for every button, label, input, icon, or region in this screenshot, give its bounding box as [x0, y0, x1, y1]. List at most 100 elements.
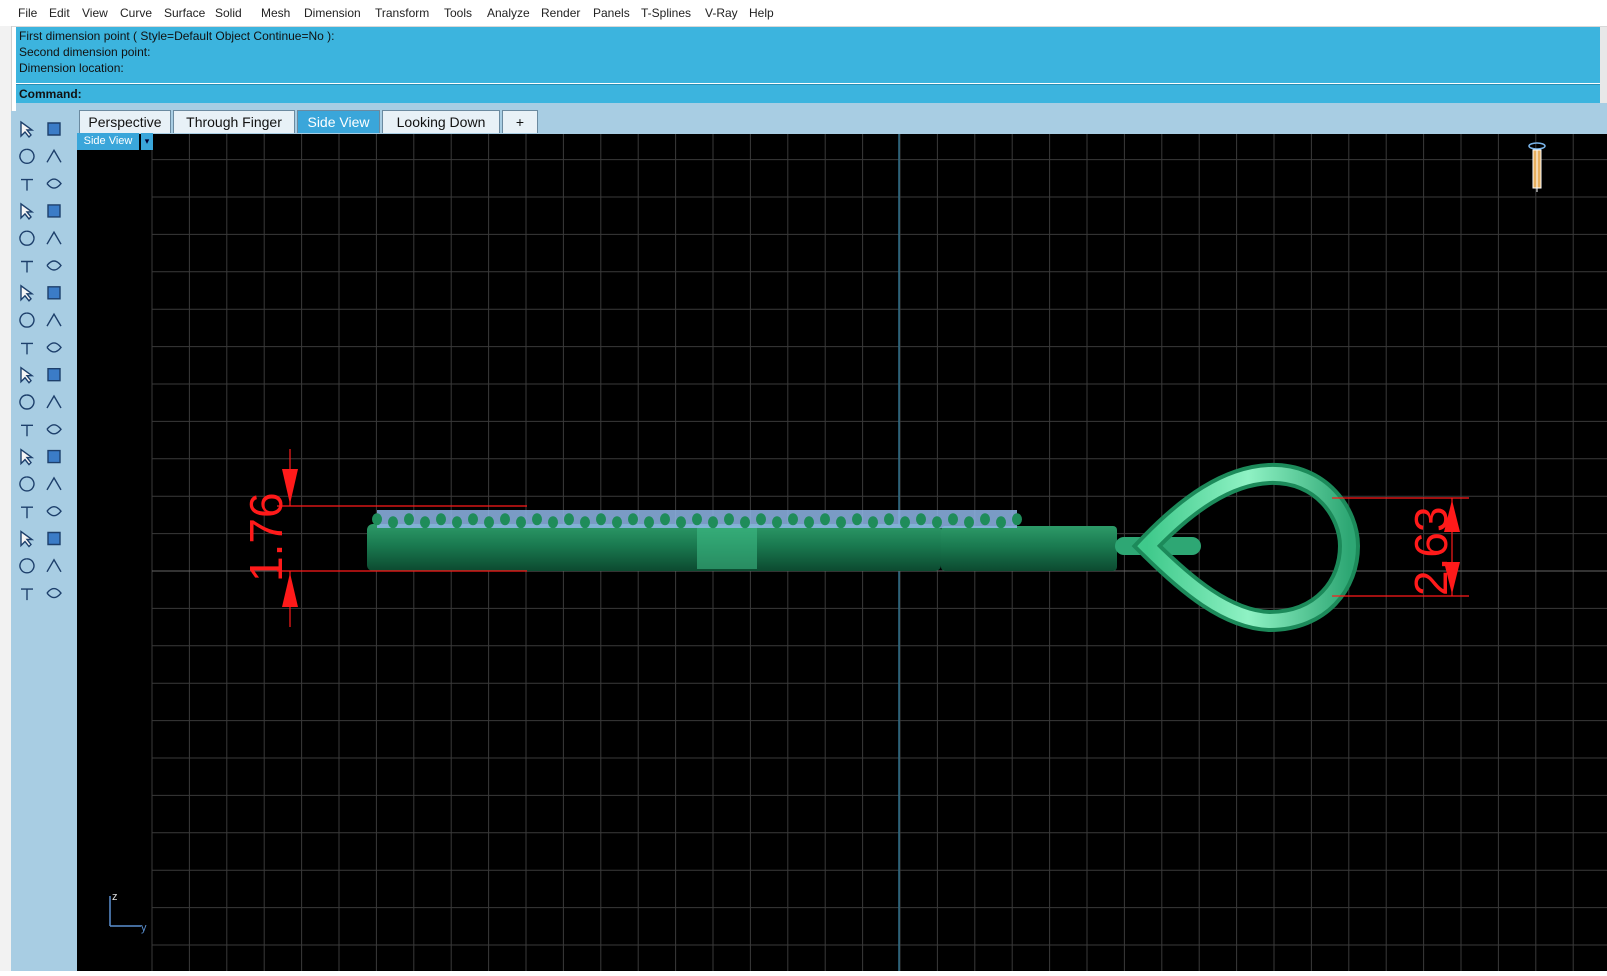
menu-analyze[interactable]: Analyze — [487, 6, 530, 20]
array-icon[interactable] — [17, 474, 37, 494]
point-icon[interactable] — [44, 119, 64, 139]
viewport-scene: 1.76 2.63 z y — [109, 134, 1607, 971]
curve-icon[interactable] — [44, 146, 64, 166]
prong — [788, 513, 798, 526]
trim-icon[interactable] — [17, 365, 37, 385]
menu-vray[interactable]: V-Ray — [705, 6, 738, 20]
viewport-menu-dropdown[interactable]: ▾ — [141, 133, 153, 150]
ring-band-bail-section — [941, 526, 1117, 571]
boolean-union-icon[interactable] — [17, 392, 37, 412]
fillet-curve-icon[interactable] — [44, 228, 64, 248]
prong — [804, 516, 814, 529]
tab-side-view[interactable]: Side View — [297, 110, 380, 133]
render-icon[interactable] — [44, 583, 64, 603]
plane-surface-icon[interactable] — [44, 310, 64, 330]
rotate-icon[interactable] — [44, 419, 64, 439]
split-icon[interactable] — [44, 365, 64, 385]
bend-icon[interactable] — [17, 419, 37, 439]
prong — [820, 513, 830, 526]
rectangle-icon[interactable] — [44, 201, 64, 221]
prong — [516, 516, 526, 529]
ring-band-main — [367, 524, 941, 571]
prong — [372, 513, 382, 526]
select-arrow-icon[interactable] — [17, 119, 37, 139]
menu-file[interactable]: File — [18, 6, 37, 20]
prong — [532, 513, 542, 526]
prong — [660, 513, 670, 526]
menu-edit[interactable]: Edit — [49, 6, 70, 20]
menu-dimension[interactable]: Dimension — [304, 6, 361, 20]
boolean-diff-icon[interactable] — [44, 392, 64, 412]
prong — [1012, 513, 1022, 526]
menu-mesh[interactable]: Mesh — [261, 6, 290, 20]
paste-icon[interactable] — [17, 556, 37, 576]
prong — [564, 513, 574, 526]
menu-help[interactable]: Help — [749, 6, 774, 20]
polygon-icon[interactable] — [17, 228, 37, 248]
command-line[interactable]: Command: — [16, 84, 1600, 104]
prong — [692, 513, 702, 526]
scale-icon[interactable] — [44, 447, 64, 467]
menu-curve[interactable]: Curve — [120, 6, 152, 20]
align-icon[interactable] — [44, 529, 64, 549]
prong — [468, 513, 478, 526]
explode-icon[interactable] — [44, 337, 64, 357]
tab-through-finger[interactable]: Through Finger — [173, 110, 295, 133]
solid-box-blue-icon[interactable] — [17, 501, 37, 521]
arc-icon[interactable] — [17, 201, 37, 221]
band-highlight — [697, 526, 757, 569]
add-tab-button[interactable]: + — [502, 110, 538, 133]
viewport-title[interactable]: Side View — [77, 133, 139, 150]
command-history-line: Dimension location: — [19, 61, 124, 75]
prong — [916, 513, 926, 526]
box-solid-icon[interactable] — [17, 283, 37, 303]
command-history-scrollbar[interactable] — [1600, 27, 1607, 103]
prong — [452, 516, 462, 529]
prong — [404, 513, 414, 526]
prong — [996, 516, 1006, 529]
gear-transform-icon[interactable] — [17, 337, 37, 357]
cylinder-solid-icon[interactable] — [17, 310, 37, 330]
side-viewport[interactable]: 1.76 2.63 z y — [77, 134, 1607, 971]
menu-view[interactable]: View — [82, 6, 108, 20]
prong — [612, 516, 622, 529]
prong — [436, 513, 446, 526]
analyze-shape-icon[interactable] — [17, 583, 37, 603]
check-icon[interactable] — [44, 556, 64, 576]
sphere-solid-icon[interactable] — [44, 283, 64, 303]
prong — [580, 516, 590, 529]
menu-bar: File Edit View Curve Surface Solid Mesh … — [0, 0, 1607, 27]
menu-tsplines[interactable]: T-Splines — [641, 6, 691, 20]
dimension-label-2-63: 2.63 — [1405, 506, 1457, 596]
prong — [676, 516, 686, 529]
surface-from-points-icon[interactable] — [17, 256, 37, 276]
ellipse-icon[interactable] — [44, 174, 64, 194]
dimension-icon[interactable] — [44, 501, 64, 521]
view-cube-widget[interactable] — [1528, 142, 1546, 192]
menu-solid[interactable]: Solid — [215, 6, 242, 20]
menu-panels[interactable]: Panels — [593, 6, 630, 20]
command-history-panel: First dimension point ( Style=Default Ob… — [16, 27, 1600, 83]
prong — [948, 513, 958, 526]
prong — [868, 516, 878, 529]
tab-perspective[interactable]: Perspective — [79, 110, 171, 133]
menu-render[interactable]: Render — [541, 6, 580, 20]
tool-palette-icons — [17, 119, 64, 603]
command-history-line: Second dimension point: — [19, 45, 151, 59]
circle-icon[interactable] — [17, 174, 37, 194]
mirror-icon[interactable] — [44, 474, 64, 494]
menu-tools[interactable]: Tools — [444, 6, 472, 20]
menu-surface[interactable]: Surface — [164, 6, 205, 20]
tool-palette — [11, 111, 77, 971]
tab-looking-down[interactable]: Looking Down — [382, 110, 500, 133]
polyline-icon[interactable] — [17, 146, 37, 166]
command-history-line: First dimension point ( Style=Default Ob… — [19, 29, 335, 43]
revolve-surface-icon[interactable] — [44, 256, 64, 276]
menu-transform[interactable]: Transform — [375, 6, 429, 20]
prong — [836, 516, 846, 529]
grid-array-icon[interactable] — [17, 529, 37, 549]
prong — [724, 513, 734, 526]
text-icon[interactable] — [17, 447, 37, 467]
prong — [852, 513, 862, 526]
prong — [772, 516, 782, 529]
